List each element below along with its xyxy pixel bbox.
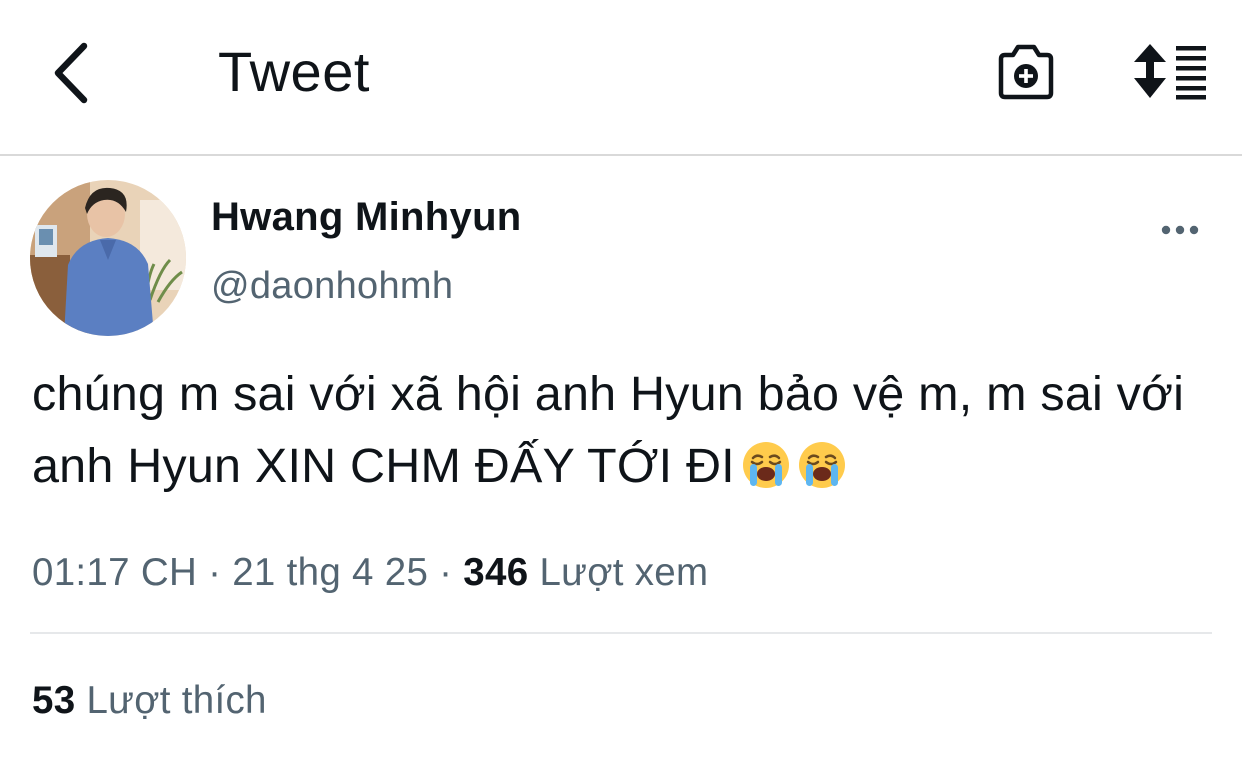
author-display-name[interactable]: Hwang Minhyun (211, 194, 522, 240)
more-horizontal-icon (1161, 225, 1199, 235)
more-options-button[interactable] (1150, 208, 1210, 252)
loudly-crying-face-icon (742, 442, 789, 488)
likes-stat[interactable]: 53 Lượt thích (32, 678, 267, 724)
sort-list-icon (1134, 44, 1206, 100)
sort-button[interactable] (1128, 36, 1212, 106)
avatar-photo (30, 180, 186, 336)
tweet-text: chúng m sai với xã hội anh Hyun bảo vệ m… (32, 367, 1185, 493)
likes-label: Lượt thích (86, 679, 267, 722)
tweet-date[interactable]: 21 thg 4 25 (232, 551, 428, 594)
chevron-left-icon (54, 42, 88, 104)
loudly-crying-face-icon (798, 442, 845, 488)
tweet-metadata: 01:17 CH · 21 thg 4 25 · 346 Lượt xem (32, 550, 708, 596)
meta-separator: · (208, 551, 222, 594)
tweet-body: chúng m sai với xã hội anh Hyun bảo vệ m… (32, 358, 1212, 502)
divider (30, 632, 1212, 634)
camera-button[interactable] (990, 36, 1062, 106)
views-count: 346 (463, 551, 529, 594)
camera-add-icon (998, 44, 1054, 100)
author-handle[interactable]: @daonhohmh (211, 264, 453, 308)
back-button[interactable] (40, 38, 100, 108)
tweet-time[interactable]: 01:17 CH (32, 551, 197, 594)
views-label: Lượt xem (539, 551, 709, 594)
page-title: Tweet (218, 40, 370, 103)
top-navigation-bar: Tweet (0, 0, 1242, 156)
avatar[interactable] (30, 180, 186, 336)
likes-count: 53 (32, 679, 76, 722)
meta-separator: · (439, 551, 453, 594)
